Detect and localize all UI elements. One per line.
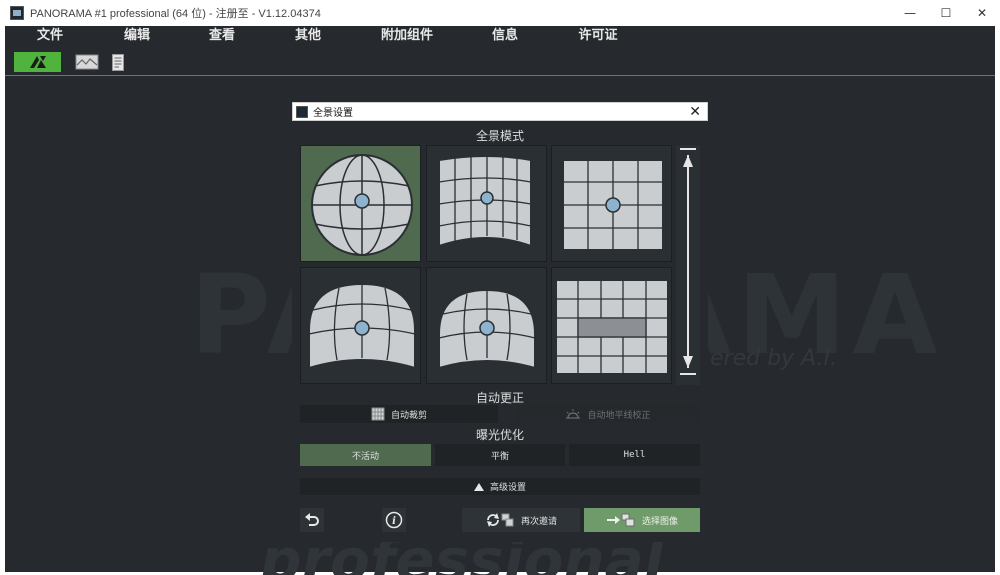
menu-other[interactable]: 其他 [293, 26, 323, 46]
document-icon [112, 53, 124, 71]
menu-view[interactable]: 查看 [207, 26, 237, 46]
mode-cylindrical[interactable] [426, 145, 547, 262]
auto-crop-label: 自动裁剪 [390, 410, 427, 421]
menu-addons[interactable]: 附加组件 [379, 26, 435, 46]
mode-fisheye-wide[interactable] [300, 267, 421, 384]
auto-crop-button[interactable]: 自动裁剪 [300, 405, 498, 423]
advanced-settings-label: 高级设置 [489, 483, 526, 493]
window-controls: — ☐ ✕ [892, 0, 1000, 26]
watermark-tagline: ered by A.I. [710, 346, 837, 371]
menu-bar: 文件 编辑 查看 其他 附加组件 信息 许可证 [5, 26, 995, 46]
info-button[interactable]: i [382, 508, 406, 532]
mode-fisheye[interactable] [426, 267, 547, 384]
dialog-app-icon [296, 105, 308, 118]
info-icon: i [385, 511, 403, 529]
arrow-images-icon [606, 513, 635, 527]
horizon-sun-icon [566, 409, 581, 419]
fisheye-projection-icon [438, 288, 536, 370]
mode-planar[interactable] [551, 145, 672, 262]
planar-projection-icon [562, 159, 664, 251]
advanced-settings-toggle[interactable]: 高级设置 [300, 478, 700, 495]
app-logo-icon [10, 6, 24, 20]
auto-horizon-button[interactable]: 自动地平线校正 [516, 405, 700, 423]
mode-scrollbar[interactable] [676, 145, 700, 385]
menu-edit[interactable]: 编辑 [122, 26, 152, 46]
cylindrical-projection-icon [438, 155, 532, 248]
window-titlebar: PANORAMA #1 professional (64 位) - 注册至 - … [0, 0, 1000, 26]
auto-correction-label: 自动更正 [475, 391, 524, 405]
retry-label: 再次邀请 [520, 516, 557, 527]
dialog-titlebar: 全景设置 ✕ [292, 102, 708, 121]
panorama-preview-button[interactable] [75, 52, 99, 72]
exposure-bright-button[interactable]: Hell [569, 444, 700, 466]
mode-section-label: 全景模式 [475, 129, 524, 143]
logo-arrow-icon [29, 56, 46, 68]
mode-multirow[interactable] [551, 267, 672, 384]
mode-spherical[interactable] [300, 145, 421, 262]
dialog-close-button[interactable]: ✕ [689, 104, 701, 120]
dialog-title: 全景设置 [313, 108, 353, 119]
exposure-inactive-button[interactable]: 不活动 [300, 444, 431, 466]
close-window-button[interactable]: ✕ [964, 0, 1000, 26]
panorama-settings-dialog: 全景设置 ✕ 全景模式 自动更正 自动裁剪 自动地平线校正 曝光优化 不活动 平… [292, 102, 708, 542]
menu-file[interactable]: 文件 [35, 26, 65, 46]
exposure-label: 曝光优化 [475, 428, 524, 442]
triangle-up-icon [473, 482, 484, 491]
refresh-images-icon [486, 513, 514, 527]
retry-button[interactable]: 再次邀请 [462, 508, 580, 532]
exposure-balanced-button[interactable]: 平衡 [435, 444, 565, 466]
menu-license[interactable]: 许可证 [576, 26, 620, 46]
svg-text:i: i [392, 516, 396, 527]
panorama-mode-button[interactable] [14, 52, 61, 72]
toolbar [5, 48, 995, 76]
fisheye-wide-projection-icon [308, 282, 416, 370]
menu-info[interactable]: 信息 [490, 26, 520, 46]
undo-button[interactable] [300, 508, 324, 532]
vertical-arrow-icon [680, 148, 696, 375]
minimize-button[interactable]: — [892, 0, 928, 26]
undo-arrow-icon [305, 513, 319, 526]
select-images-button[interactable]: 选择图像 [584, 508, 700, 532]
select-images-label: 选择图像 [641, 516, 678, 527]
auto-horizon-label: 自动地平线校正 [587, 410, 651, 421]
landscape-icon [75, 54, 99, 70]
spherical-projection-icon [311, 154, 413, 256]
maximize-button[interactable]: ☐ [928, 0, 964, 26]
multirow-projection-icon [555, 279, 669, 375]
window-title: PANORAMA #1 professional (64 位) - 注册至 - … [30, 8, 321, 20]
document-button[interactable] [111, 52, 125, 72]
crop-icon [371, 407, 385, 421]
